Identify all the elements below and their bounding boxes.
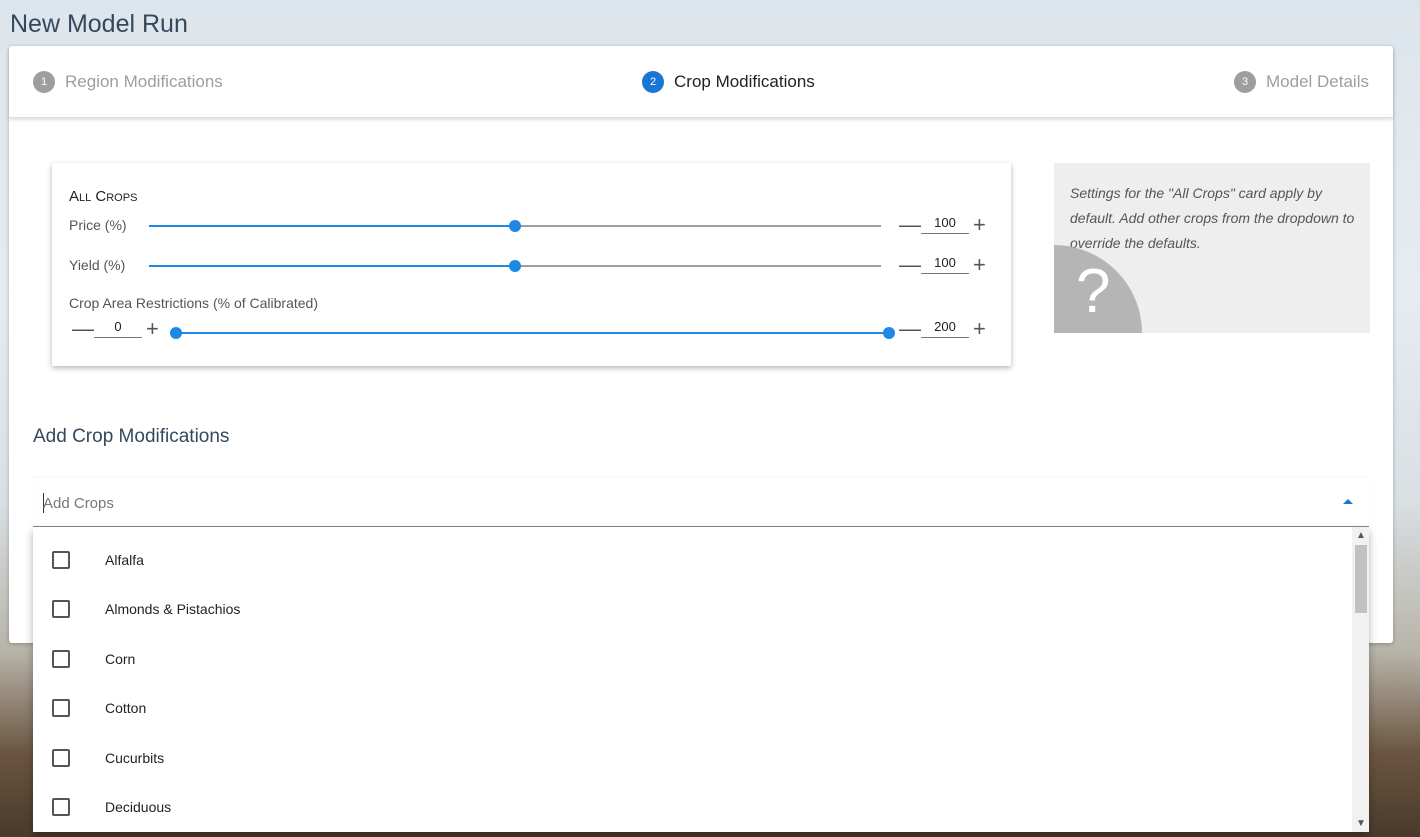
price-label: Price (%)	[69, 217, 127, 233]
area-max-increment-button[interactable]: +	[973, 318, 986, 340]
add-crops-placeholder: Add Crops	[43, 495, 114, 512]
crop-option-cotton[interactable]: Cotton	[33, 683, 1351, 732]
step-crop-modifications[interactable]: 2 Crop Modifications	[642, 70, 815, 94]
area-min-decrement-button[interactable]: —	[72, 318, 94, 340]
scroll-down-icon[interactable]: ▼	[1356, 818, 1366, 829]
arrow-up-icon[interactable]	[1343, 499, 1353, 504]
step-number: 2	[642, 71, 664, 93]
area-range-min-thumb[interactable]	[170, 327, 182, 339]
scroll-thumb[interactable]	[1355, 545, 1367, 613]
area-max-input[interactable]: 200	[921, 318, 969, 338]
crop-option-deciduous[interactable]: Deciduous	[33, 782, 1351, 831]
yield-decrement-button[interactable]: —	[899, 254, 921, 276]
step-number: 3	[1234, 71, 1256, 93]
checkbox-unchecked-icon[interactable]	[52, 698, 70, 717]
checkbox-unchecked-icon[interactable]	[52, 748, 70, 767]
info-box: Settings for the "All Crops" card apply …	[1054, 163, 1370, 333]
crop-option-alfalfa[interactable]: Alfalfa	[33, 535, 1351, 584]
area-range-slider[interactable]	[176, 332, 889, 334]
price-slider-thumb[interactable]	[509, 220, 521, 232]
checkbox-unchecked-icon[interactable]	[52, 797, 70, 816]
crop-option-cucurbits[interactable]: Cucurbits	[33, 733, 1351, 782]
price-input[interactable]: 100	[921, 214, 969, 234]
yield-slider-thumb[interactable]	[509, 260, 521, 272]
step-label: Region Modifications	[65, 72, 223, 91]
yield-slider-fill	[149, 265, 515, 267]
add-crop-modifications-title: Add Crop Modifications	[33, 426, 230, 447]
scroll-up-icon[interactable]: ▲	[1356, 530, 1366, 541]
yield-label: Yield (%)	[69, 257, 126, 273]
crop-option-label: Alfalfa	[105, 551, 144, 568]
yield-input[interactable]: 100	[921, 254, 969, 274]
stepper: 1 Region Modifications 2 Crop Modificati…	[9, 46, 1393, 118]
crop-option-label: Deciduous	[105, 798, 172, 815]
crop-option-label: Almonds & Pistachios	[105, 600, 241, 617]
crop-option-label: Cucurbits	[105, 749, 165, 766]
area-range-max-thumb[interactable]	[883, 327, 895, 339]
crop-option-almonds-pistachios[interactable]: Almonds & Pistachios	[33, 584, 1351, 633]
area-restrictions-label: Crop Area Restrictions (% of Calibrated)	[69, 295, 318, 311]
step-number: 1	[33, 71, 55, 93]
all-crops-card: All Crops Price (%) — 100 + Yield (%) — …	[52, 163, 1011, 366]
add-crops-select[interactable]: Add Crops	[33, 478, 1369, 527]
area-min-increment-button[interactable]: +	[146, 318, 159, 340]
crops-dropdown-menu: Alfalfa Almonds & Pistachios Corn Cotton…	[33, 527, 1369, 832]
checkbox-unchecked-icon[interactable]	[52, 649, 70, 668]
price-increment-button[interactable]: +	[973, 214, 986, 236]
checkbox-unchecked-icon[interactable]	[52, 599, 70, 618]
card-title: All Crops	[69, 188, 138, 205]
area-min-input[interactable]: 0	[94, 318, 142, 338]
area-max-decrement-button[interactable]: —	[899, 318, 921, 340]
crop-option-corn[interactable]: Corn	[33, 634, 1351, 683]
yield-increment-button[interactable]: +	[973, 254, 986, 276]
dropdown-scrollbar[interactable]: ▲ ▼	[1352, 527, 1369, 832]
step-region-modifications[interactable]: 1 Region Modifications	[33, 70, 223, 94]
info-text: Settings for the "All Crops" card apply …	[1070, 185, 1355, 251]
checkbox-unchecked-icon[interactable]	[52, 550, 70, 569]
step-label: Model Details	[1266, 72, 1369, 91]
crop-option-label: Corn	[105, 650, 136, 667]
price-slider-fill	[149, 225, 515, 227]
page-title: New Model Run	[10, 10, 188, 38]
price-decrement-button[interactable]: —	[899, 214, 921, 236]
crop-option-label: Cotton	[105, 699, 147, 716]
help-icon: ?	[1076, 257, 1111, 326]
step-model-details[interactable]: 3 Model Details	[1234, 70, 1369, 94]
step-label: Crop Modifications	[674, 72, 815, 91]
